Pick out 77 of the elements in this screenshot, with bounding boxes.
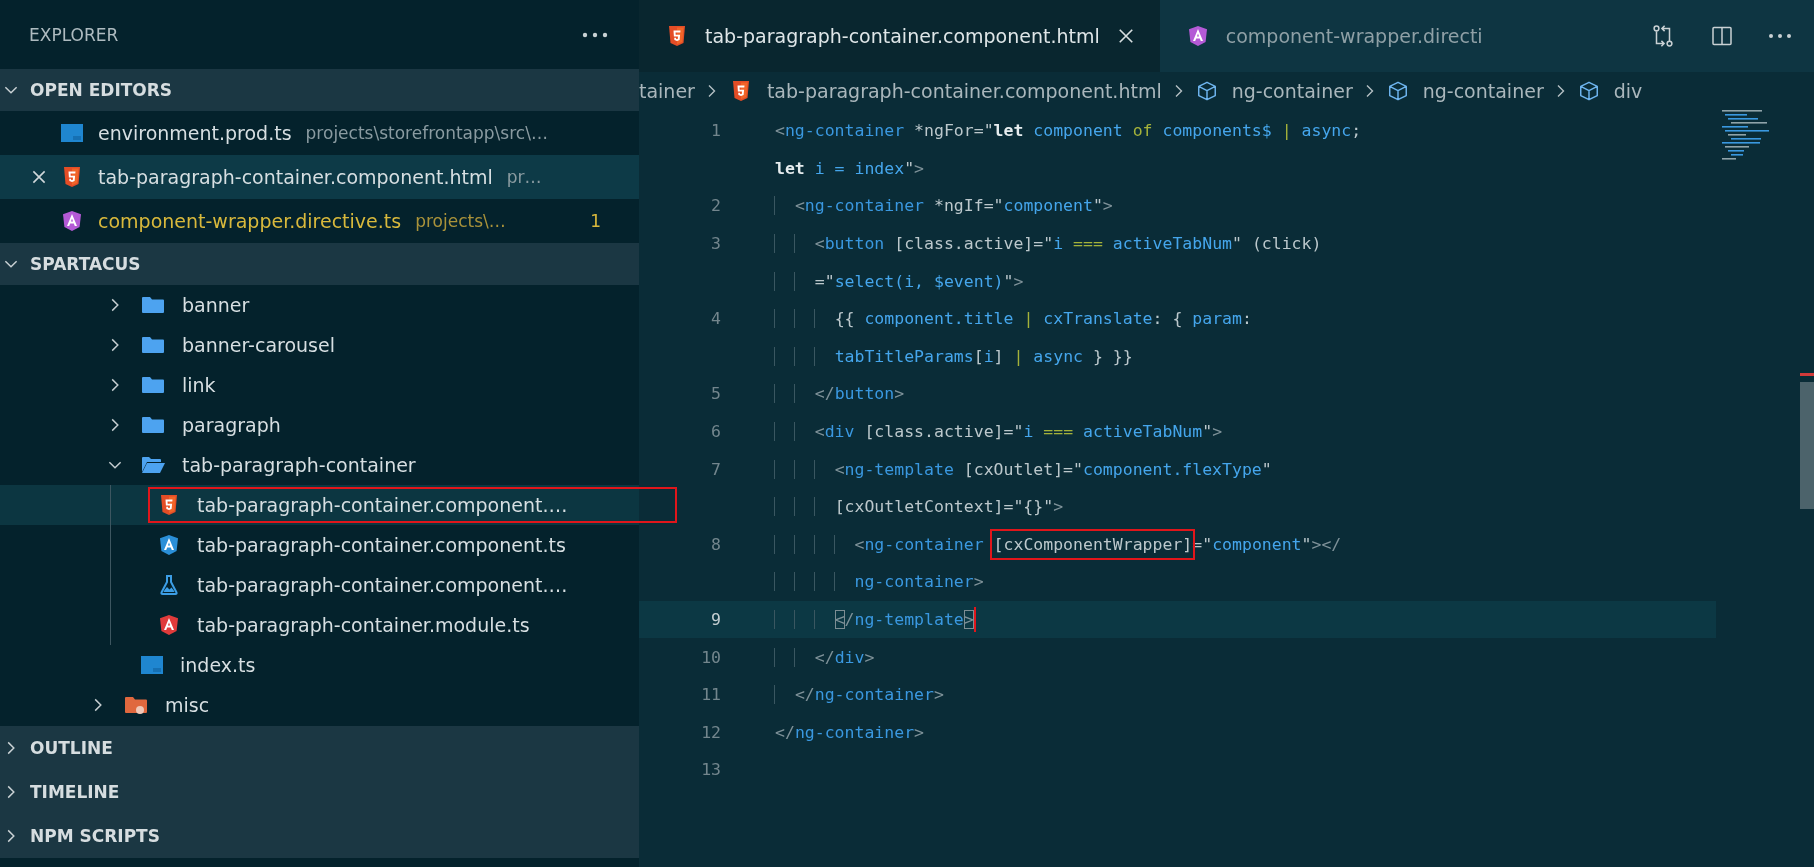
line-number: 13: [700, 760, 721, 780]
breadcrumb-item[interactable]: tab-paragraph-container.component.html: [728, 79, 1162, 103]
code-line: </button>: [775, 384, 905, 404]
breadcrumb-item[interactable]: div: [1577, 80, 1643, 102]
file-path: pr…: [506, 167, 542, 187]
open-editor-item[interactable]: environment.prod.ts projects\storefrontapp\src\…: [0, 111, 639, 155]
code-line: </ng-template>: [775, 610, 974, 629]
more-icon[interactable]: [1768, 32, 1792, 40]
line-number: 3: [710, 234, 721, 254]
more-icon[interactable]: [581, 30, 609, 39]
line-number: 7: [710, 459, 721, 479]
tree-item[interactable]: banner-carousel: [0, 325, 639, 365]
code-line: ng-container>: [775, 572, 984, 592]
tree-item[interactable]: paragraph: [0, 405, 639, 445]
line-number: 6: [710, 422, 721, 442]
code-line: [cxOutletContext]="{}">: [775, 497, 1064, 517]
code-line: tabTitleParams[i] | async } }}: [775, 346, 1133, 366]
split-editor-icon[interactable]: [1710, 24, 1734, 48]
section-header[interactable]: OUTLINE: [0, 726, 639, 770]
cube-icon: [1577, 80, 1600, 102]
line-number: 12: [700, 722, 721, 742]
file-name: component-wrapper.directive.ts: [98, 210, 402, 232]
section-header[interactable]: SPARTACUS: [0, 243, 639, 285]
line-number: 8: [710, 534, 721, 554]
compare-changes-icon[interactable]: [1650, 23, 1676, 49]
code-line: <ng-container *ngIf="component">: [775, 196, 1113, 216]
editor-tab[interactable]: component-wrapper.directi: [1159, 0, 1507, 72]
code-line: ="select(i, $event)">: [775, 271, 1024, 291]
code-line: </ng-container>: [775, 722, 925, 742]
tree-item[interactable]: index.ts: [0, 645, 639, 685]
scrollbar-thumb[interactable]: [1800, 382, 1814, 509]
code-line: {{ component.title | cxTranslate: { param:: [775, 309, 1252, 329]
tree-item[interactable]: tab-paragraph-container: [0, 445, 639, 485]
line-number: 11: [700, 685, 721, 705]
file-name: tab-paragraph-container.component.html: [98, 166, 493, 188]
cube-icon: [1386, 80, 1409, 102]
file-name: environment.prod.ts: [98, 122, 292, 144]
text-cursor: [973, 607, 976, 632]
section-header[interactable]: NPM SCRIPTS: [0, 814, 639, 858]
breadcrumb-item[interactable]: tainer: [639, 80, 695, 102]
ts-file-icon: [140, 653, 164, 677]
file-path: projects\…: [415, 211, 506, 231]
code-line: </ng-container>: [775, 685, 944, 705]
file-path: projects\storefrontapp\src\…: [305, 123, 548, 143]
close-icon[interactable]: [30, 168, 48, 186]
line-number: 4: [710, 309, 721, 329]
angular-icon: [60, 209, 84, 233]
tree-item[interactable]: tab-paragraph-container.component.…: [0, 485, 639, 525]
line-number: 10: [700, 647, 721, 667]
editor-tab[interactable]: tab-paragraph-container.component.html: [639, 0, 1160, 72]
angular-icon: [157, 533, 181, 557]
code-line: <button [class.active]="i === activeTabNum" (click): [775, 234, 1322, 254]
tree-item[interactable]: misc: [0, 685, 639, 725]
tree-item[interactable]: link: [0, 365, 639, 405]
open-editor-item[interactable]: component-wrapper.directive.ts projects\… 1: [0, 199, 639, 243]
section-header[interactable]: TIMELINE: [0, 770, 639, 814]
problem-count: 1: [590, 211, 601, 231]
code-line: <ng-template [cxOutlet]="component.flexType": [775, 459, 1272, 479]
line-number: 9: [710, 610, 721, 629]
scroll-marker: [1800, 373, 1814, 376]
section-header[interactable]: OPEN EDITORS: [0, 69, 639, 111]
line-number: 2: [710, 196, 721, 216]
line-number: 5: [710, 384, 721, 404]
ts-file-icon: [60, 121, 84, 145]
open-editor-item[interactable]: tab-paragraph-container.component.html pr…: [0, 155, 639, 199]
cube-icon: [1195, 80, 1218, 102]
code-line: <div [class.active]="i === activeTabNum">: [775, 422, 1223, 442]
angular-icon: [157, 613, 181, 637]
tree-item[interactable]: banner: [0, 285, 639, 325]
code-line: <ng-container *ngFor="let component of components$ | async;: [775, 121, 1362, 141]
flask-icon: [157, 573, 181, 597]
breadcrumb-item[interactable]: ng-container: [1195, 80, 1353, 102]
sidebar-title: EXPLORER: [29, 24, 119, 45]
code-line: </div>: [775, 647, 875, 667]
code-line: let i = index">: [775, 158, 925, 178]
breadcrumb-item[interactable]: ng-container: [1386, 80, 1544, 102]
line-number: 1: [710, 121, 721, 141]
